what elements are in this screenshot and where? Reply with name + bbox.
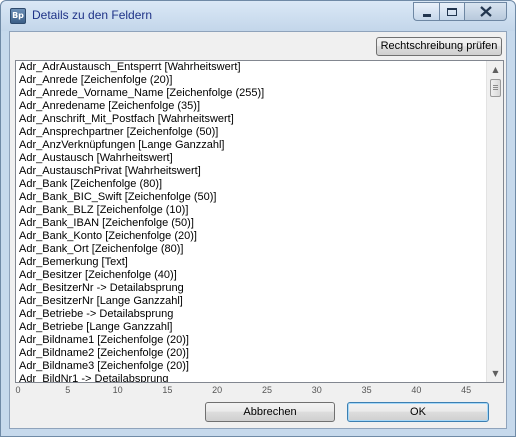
field-list-item[interactable]: Adr_Betriebe [Lange Ganzzahl]: [19, 321, 485, 334]
field-list-item[interactable]: Adr_BesitzerNr -> Detailabsprung: [19, 282, 485, 295]
scrollbar-thumb[interactable]: [490, 79, 501, 97]
scroll-up-arrow-icon[interactable]: ▲: [487, 61, 503, 78]
minimize-icon: [422, 13, 431, 17]
ruler-tick-label: 35: [361, 385, 372, 395]
field-list-item[interactable]: Adr_AnzVerknüpfungen [Lange Ganzzahl]: [19, 139, 485, 152]
field-list-item[interactable]: Adr_Betriebe -> Detailabsprung: [19, 308, 485, 321]
field-list-item[interactable]: Adr_Bildname1 [Zeichenfolge (20)]: [19, 334, 485, 347]
ok-button[interactable]: OK: [347, 402, 489, 422]
field-list-item[interactable]: Adr_BesitzerNr [Lange Ganzzahl]: [19, 295, 485, 308]
field-list-item[interactable]: Adr_Anrede [Zeichenfolge (20)]: [19, 74, 485, 87]
fields-listbox[interactable]: Adr_AdrAustausch_Entsperrt [Wahrheitswer…: [15, 60, 504, 383]
field-list-item[interactable]: Adr_Anschrift_Mit_Postfach [Wahrheitswer…: [19, 113, 485, 126]
grip-line: [493, 89, 498, 90]
close-icon: [479, 6, 492, 17]
field-list-item[interactable]: Adr_Bemerkung [Text]: [19, 256, 485, 269]
field-list-item[interactable]: Adr_Bank_BIC_Swift [Zeichenfolge (50)]: [19, 191, 485, 204]
ruler-tick-label: 25: [261, 385, 273, 395]
window-title: Details zu den Feldern: [32, 8, 153, 22]
dialog-window: Bp Details zu den Feldern Rechtschreibun…: [0, 0, 516, 437]
ruler-tick-label: 20: [212, 385, 223, 395]
field-list-item[interactable]: Adr_Besitzer [Zeichenfolge (40)]: [19, 269, 485, 282]
field-list-item[interactable]: Adr_Bank_Ort [Zeichenfolge (80)]: [19, 243, 485, 256]
maximize-button[interactable]: [439, 2, 464, 21]
grip-line: [493, 85, 498, 86]
field-list-item[interactable]: Adr_BildNr1 -> Detailabsprung: [19, 373, 485, 382]
vertical-scrollbar[interactable]: ▲ ▼: [486, 61, 503, 382]
fields-list: Adr_AdrAustausch_Entsperrt [Wahrheitswer…: [19, 61, 485, 382]
cancel-button[interactable]: Abbrechen: [205, 402, 335, 422]
field-list-item[interactable]: Adr_Bank_IBAN [Zeichenfolge (50)]: [19, 217, 485, 230]
field-list-item[interactable]: Adr_Bank_Konto [Zeichenfolge (20)]: [19, 230, 485, 243]
ruler-tick-label: 10: [112, 385, 123, 395]
field-list-item[interactable]: Adr_Bildname3 [Zeichenfolge (20)]: [19, 360, 485, 373]
field-list-item[interactable]: Adr_Ansprechpartner [Zeichenfolge (50)]: [19, 126, 485, 139]
field-list-item[interactable]: Adr_AdrAustausch_Entsperrt [Wahrheitswer…: [19, 61, 485, 74]
field-list-item[interactable]: Adr_Bank [Zeichenfolge (80)]: [19, 178, 485, 191]
field-list-item[interactable]: Adr_Anrede_Vorname_Name [Zeichenfolge (2…: [19, 87, 485, 100]
ruler-tick-label: 5: [65, 385, 71, 395]
close-button[interactable]: [464, 2, 507, 21]
title-bar[interactable]: Bp Details zu den Feldern: [1, 1, 515, 31]
dialog-client-area: Rechtschreibung prüfen Adr_AdrAustausch_…: [9, 31, 507, 429]
field-list-item[interactable]: Adr_Bildname2 [Zeichenfolge (20)]: [19, 347, 485, 360]
caption-buttons: [413, 2, 507, 21]
ruler-tick-label: 45: [461, 385, 472, 395]
ruler-tick-label: 0: [15, 385, 21, 395]
maximize-icon: [447, 7, 457, 16]
ruler-tick-label: 30: [311, 385, 322, 395]
spellcheck-button[interactable]: Rechtschreibung prüfen: [376, 37, 502, 56]
app-icon[interactable]: Bp: [10, 8, 26, 24]
scroll-down-arrow-icon[interactable]: ▼: [487, 365, 503, 382]
field-list-item[interactable]: Adr_AustauschPrivat [Wahrheitswert]: [19, 165, 485, 178]
field-list-item[interactable]: Adr_Bank_BLZ [Zeichenfolge (10)]: [19, 204, 485, 217]
minimize-button[interactable]: [413, 2, 439, 21]
field-list-item[interactable]: Adr_Anredename [Zeichenfolge (35)]: [19, 100, 485, 113]
field-list-item[interactable]: Adr_Austausch [Wahrheitswert]: [19, 152, 485, 165]
ruler-tick-label: 15: [162, 385, 173, 395]
grip-line: [493, 87, 498, 88]
ruler-tick-label: 40: [411, 385, 422, 395]
column-ruler: 0 5 10 15 20 25 30 35 40 45: [15, 384, 481, 398]
